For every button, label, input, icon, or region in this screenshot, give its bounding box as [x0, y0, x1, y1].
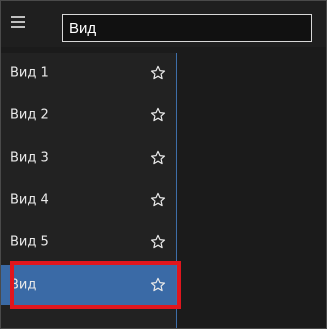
app-window: Вид 1 Вид 2 Вид 3 Вид 4 Вид 5 — [0, 0, 327, 329]
sidebar-item-vid-5[interactable]: Вид 5 — [1, 222, 176, 262]
star-outline-icon[interactable] — [150, 192, 166, 208]
header-bar — [1, 1, 326, 47]
star-outline-icon[interactable] — [150, 107, 166, 123]
sidebar: Вид 1 Вид 2 Вид 3 Вид 4 Вид 5 Вид — [1, 53, 177, 328]
sidebar-item-vid-4[interactable]: Вид 4 — [1, 180, 176, 220]
star-outline-icon[interactable] — [150, 150, 166, 166]
sidebar-item-label: Вид 3 — [10, 150, 49, 166]
sidebar-item-label: Вид 4 — [10, 192, 49, 208]
hamburger-line — [11, 26, 25, 28]
sidebar-item-vid-3[interactable]: Вид 3 — [1, 138, 176, 178]
star-outline-icon[interactable] — [150, 234, 166, 250]
sidebar-item-vid-2[interactable]: Вид 2 — [1, 95, 176, 135]
hamburger-line — [11, 16, 25, 18]
hamburger-icon[interactable] — [11, 16, 33, 32]
search-input[interactable] — [62, 14, 312, 42]
star-outline-icon[interactable] — [150, 65, 166, 81]
sidebar-item-label: Вид 1 — [10, 65, 49, 81]
sidebar-item-label: Вид — [10, 277, 37, 293]
sidebar-item-label: Вид 5 — [10, 234, 49, 250]
sidebar-item-vid-1[interactable]: Вид 1 — [1, 53, 176, 93]
sidebar-item-label: Вид 2 — [10, 107, 49, 123]
hamburger-line — [11, 21, 25, 23]
sidebar-item-vid-selected[interactable]: Вид — [1, 265, 176, 305]
star-outline-icon[interactable] — [150, 277, 166, 293]
